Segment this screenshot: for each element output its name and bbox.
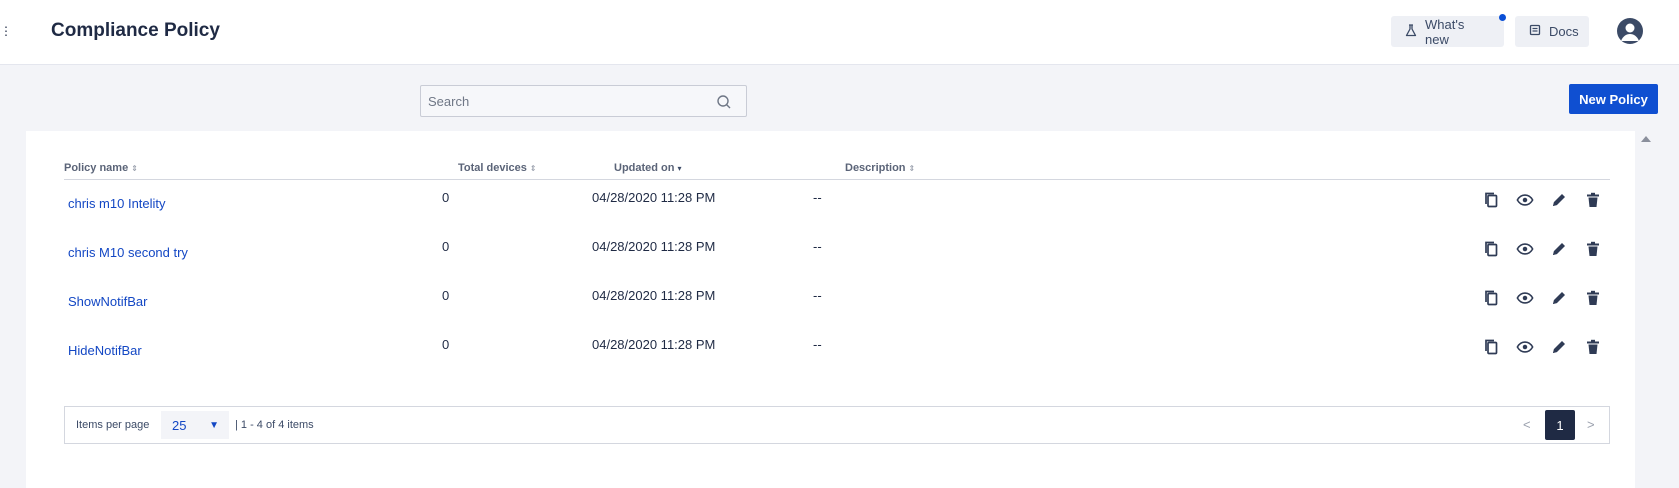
edit-icon[interactable] [1550, 191, 1568, 209]
copy-icon[interactable] [1482, 240, 1500, 258]
docs-button[interactable]: Docs [1515, 16, 1589, 47]
whats-new-label: What's new [1425, 16, 1465, 47]
notification-dot [1499, 14, 1506, 21]
delete-icon[interactable] [1584, 191, 1602, 209]
table-row: HideNotifBar 0 04/28/2020 11:28 PM -- [64, 332, 1610, 382]
policy-name-link[interactable]: HideNotifBar [68, 343, 142, 358]
edit-icon[interactable] [1550, 289, 1568, 307]
description-value: -- [813, 190, 822, 205]
flask-icon [1405, 23, 1417, 40]
updated-on-value: 04/28/2020 11:28 PM [592, 337, 716, 352]
book-icon [1529, 24, 1541, 39]
docs-label: Docs [1549, 24, 1579, 39]
page-title: Compliance Policy [51, 20, 220, 41]
menu-toggle-icon[interactable]: ⋮ [0, 25, 12, 37]
search-input[interactable] [421, 86, 746, 116]
scroll-up-arrow-icon[interactable] [1641, 136, 1651, 142]
view-icon[interactable] [1516, 191, 1534, 209]
items-per-page-label: Items per page [76, 419, 150, 431]
total-devices-value: 0 [442, 288, 450, 303]
copy-icon[interactable] [1482, 191, 1500, 209]
updated-on-value: 04/28/2020 11:28 PM [592, 190, 716, 205]
page-number-button[interactable]: 1 [1545, 410, 1575, 440]
total-devices-value: 0 [442, 337, 450, 352]
updated-on-value: 04/28/2020 11:28 PM [592, 239, 716, 254]
pagination-bar: Items per page 25 ▼ | 1 - 4 of 4 items <… [64, 406, 1610, 444]
table-header: Policy name ⇕ Total devices ⇕ Updated on ▾ … [64, 160, 1610, 180]
search-field[interactable] [420, 85, 747, 117]
copy-icon[interactable] [1482, 338, 1500, 356]
view-icon[interactable] [1516, 338, 1534, 356]
policy-name-link[interactable]: chris M10 second try [68, 245, 188, 260]
view-icon[interactable] [1516, 289, 1534, 307]
delete-icon[interactable] [1584, 240, 1602, 258]
user-avatar-icon[interactable] [1617, 18, 1643, 44]
chevron-down-icon: ▼ [209, 420, 219, 431]
row-actions [1482, 338, 1602, 356]
sort-icon: ⇕ [529, 163, 537, 173]
edit-icon[interactable] [1550, 338, 1568, 356]
total-devices-value: 0 [442, 190, 450, 205]
total-devices-value: 0 [442, 239, 450, 254]
policy-name-link[interactable]: chris m10 Intelity [68, 196, 166, 211]
column-header-total-devices[interactable]: Total devices ⇕ [458, 162, 537, 174]
search-icon[interactable] [716, 94, 732, 110]
edit-icon[interactable] [1550, 240, 1568, 258]
sort-icon: ⇕ [908, 163, 916, 173]
sort-icon: ⇕ [131, 163, 138, 173]
table-row: ShowNotifBar 0 04/28/2020 11:28 PM -- [64, 283, 1610, 333]
copy-icon[interactable] [1482, 289, 1500, 307]
sort-descending-icon: ▾ [677, 163, 682, 173]
policy-name-link[interactable]: ShowNotifBar [68, 294, 147, 309]
items-per-page-select[interactable]: 25 ▼ [161, 411, 229, 439]
delete-icon[interactable] [1584, 338, 1602, 356]
column-header-policy-name[interactable]: Policy name ⇕ [64, 162, 138, 174]
new-policy-button[interactable]: New Policy [1569, 84, 1658, 114]
description-value: -- [813, 288, 822, 303]
items-per-page-value: 25 [172, 417, 187, 433]
whats-new-button[interactable]: What's new [1391, 16, 1504, 47]
top-header: ⋮ Compliance Policy What's new Docs [0, 0, 1679, 65]
next-page-button[interactable]: > [1587, 417, 1595, 432]
description-value: -- [813, 239, 822, 254]
previous-page-button[interactable]: < [1523, 417, 1531, 432]
updated-on-value: 04/28/2020 11:28 PM [592, 288, 716, 303]
column-header-description[interactable]: Description ⇕ [845, 162, 915, 174]
table-row: chris M10 second try 0 04/28/2020 11:28 PM… [64, 234, 1610, 284]
column-header-updated-on[interactable]: Updated on ▾ [614, 162, 682, 174]
row-actions [1482, 289, 1602, 307]
view-icon[interactable] [1516, 240, 1534, 258]
row-actions [1482, 240, 1602, 258]
table-row: chris m10 Intelity 0 04/28/2020 11:28 PM -- [64, 185, 1610, 235]
row-actions [1482, 191, 1602, 209]
pagination-range-text: | 1 - 4 of 4 items [235, 419, 314, 431]
delete-icon[interactable] [1584, 289, 1602, 307]
description-value: -- [813, 337, 822, 352]
